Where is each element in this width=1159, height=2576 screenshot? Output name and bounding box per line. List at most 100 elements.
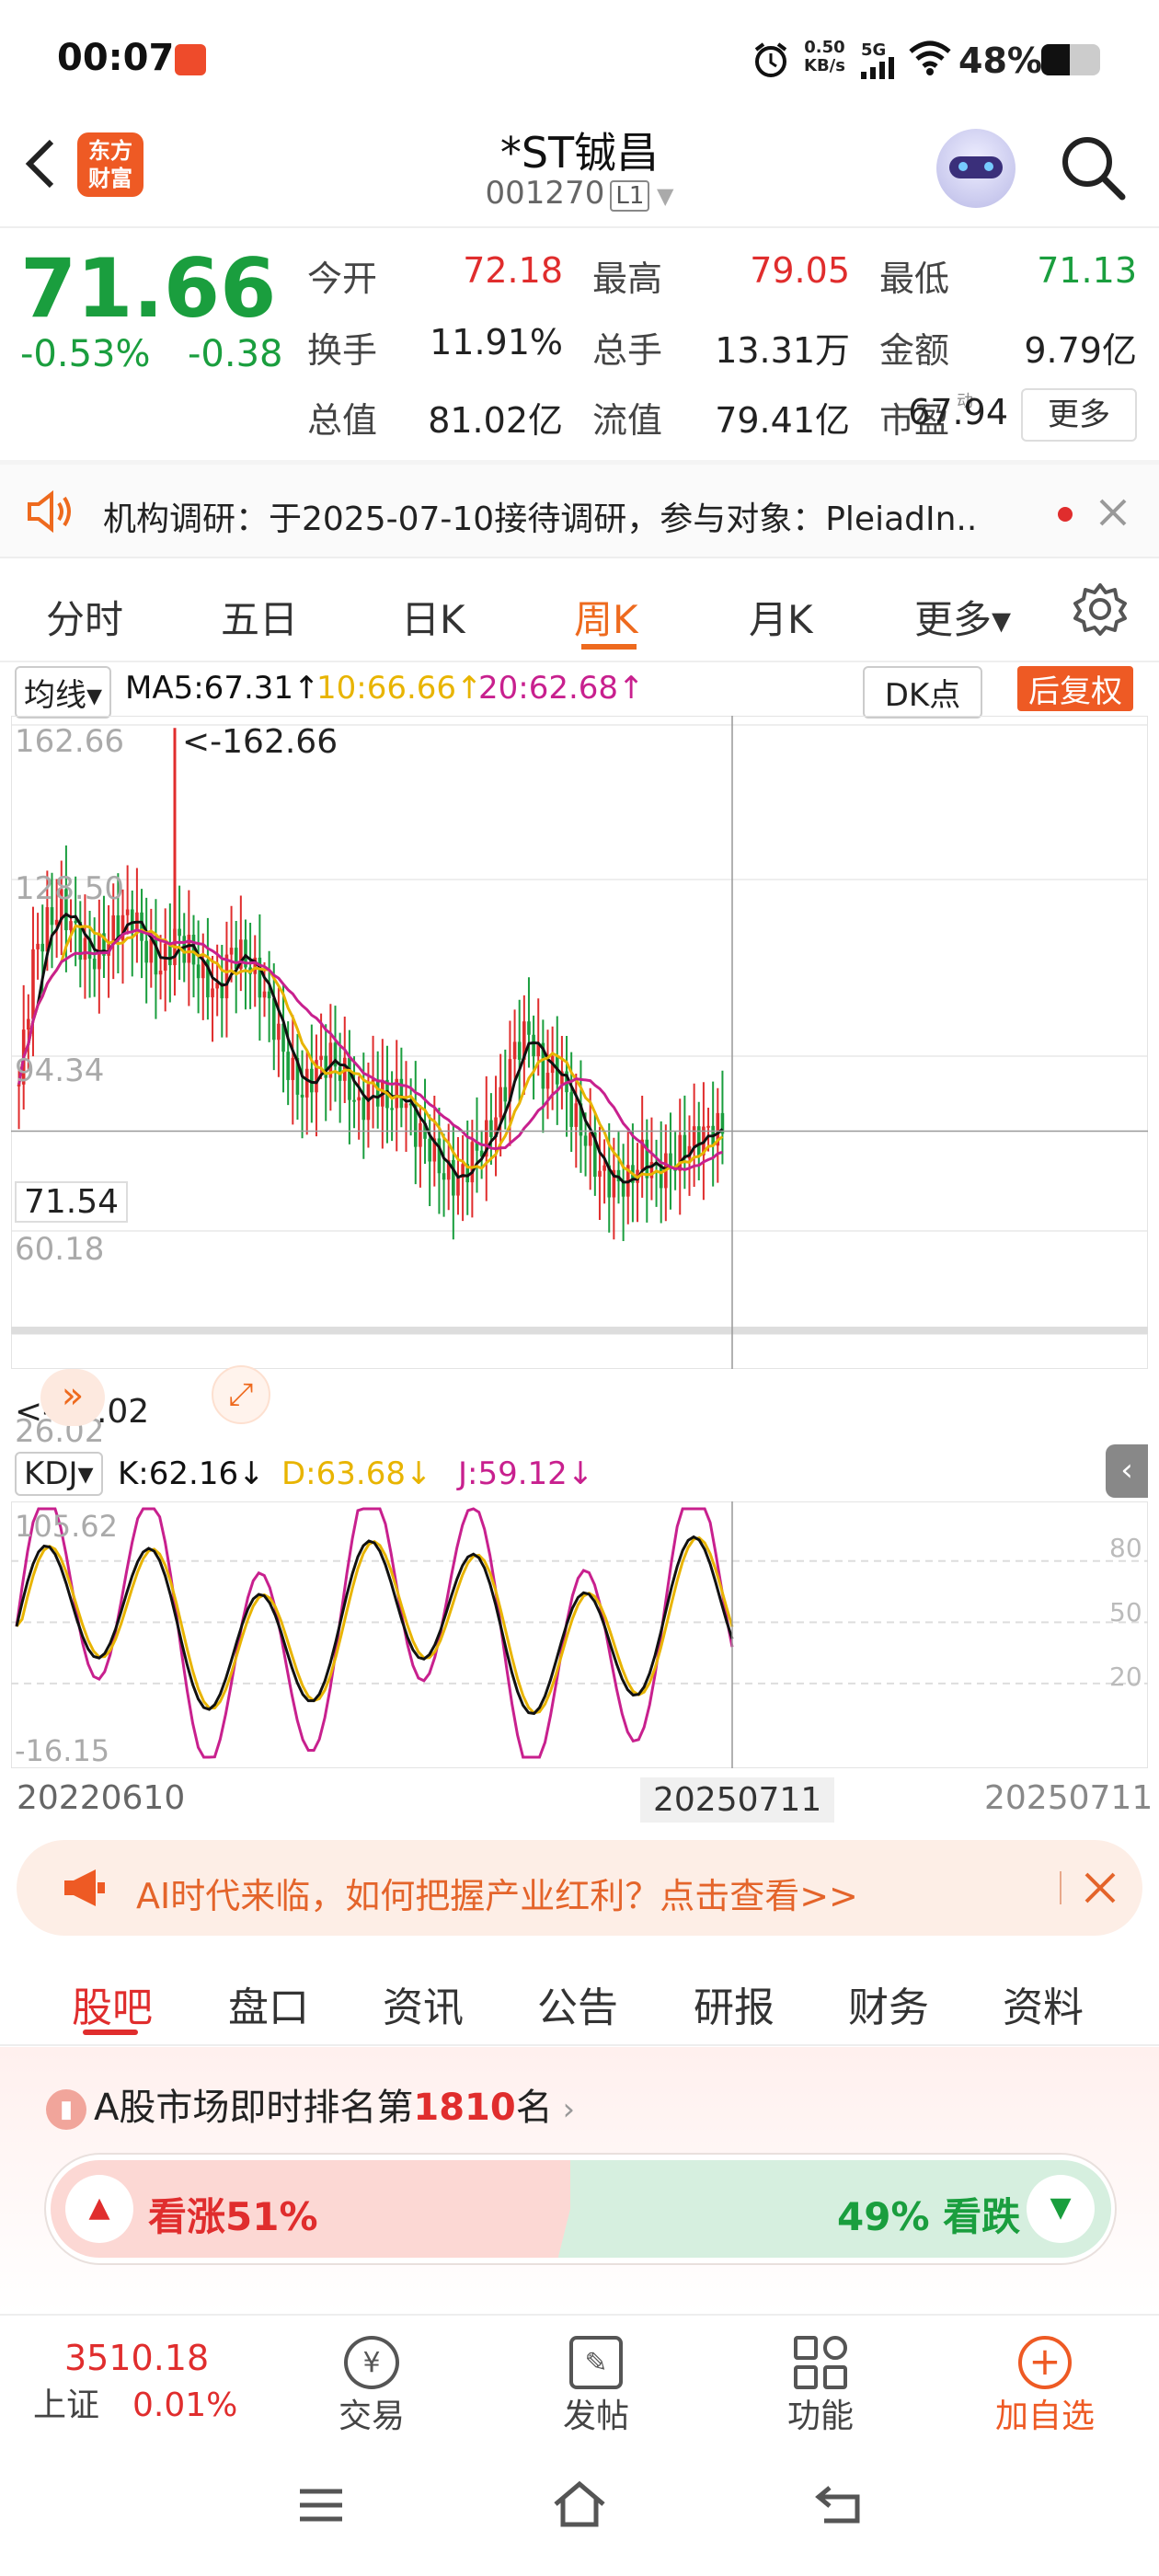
candle-body [83,937,87,960]
chart-tab[interactable]: 日K [401,589,465,645]
chart-bars-icon: ▮ [46,2089,86,2130]
collapse-panel-icon[interactable]: ‹ [1106,1444,1148,1498]
max-marker: <-162.66 [182,723,339,761]
battery-icon [1041,44,1100,75]
dk-point-button[interactable]: DK点 [863,666,982,719]
content-tab[interactable]: 公告 [537,1974,618,2033]
candle-body [621,1181,625,1197]
quote-label: 流值 [592,400,663,441]
wifi-icon [909,40,951,75]
candle-body [40,943,45,952]
candle-body [512,1041,517,1060]
back-nav-icon[interactable] [813,2482,863,2526]
stock-code: 001270 [485,175,605,212]
function-button[interactable]: 功能 [729,2336,912,2437]
plus-circle-icon: + [1018,2336,1072,2389]
active-tab-indicator [581,644,637,650]
chart-tab[interactable]: 月K [749,589,813,645]
index-change: 0.01% [132,2386,238,2424]
content-tab[interactable]: 股吧 [72,1974,153,2033]
settings-gear-icon[interactable] [1073,581,1128,637]
ranking-prefix: A股市场即时排名第 [94,2087,414,2129]
candle-body [125,909,130,915]
system-nav-bar [0,2438,1159,2576]
more-button[interactable]: 更多 [1021,388,1137,442]
kdj-j-value: J:59.12↓ [458,1455,594,1492]
quote-label: 最低 [879,259,950,299]
candle-body [158,971,163,975]
bullish-button[interactable]: ▲ 看涨51% [51,2160,584,2258]
candle-body [437,1138,442,1174]
quote-label: 换手 [307,330,378,371]
close-icon[interactable] [1084,1871,1117,1904]
ma-selector[interactable]: 均线▾ [15,666,112,719]
notice-bar[interactable]: 机构调研：于2025-07-10接待调研，参与对象：PleiadIn.. [0,465,1159,557]
expand-left-icon[interactable]: » [40,1369,105,1426]
search-icon[interactable] [1058,132,1128,202]
quote-value: 79.05 [750,250,850,291]
change-percent: -0.53% [20,333,151,375]
robot-avatar-icon[interactable] [936,129,1016,208]
trade-button[interactable]: ¥ 交易 [280,2336,464,2437]
app-notification-icon [175,44,206,75]
adjust-button[interactable]: 后复权 [1017,666,1133,711]
kdj-chart[interactable] [11,1501,1148,1768]
content-tab[interactable]: 盘口 [228,1974,309,2033]
ad-banner[interactable]: AI时代来临，如何把握产业红利？点击查看>> [17,1840,1142,1936]
content-tab[interactable]: 资讯 [383,1974,464,2033]
candle-body [489,1120,493,1137]
menu-icon[interactable] [296,2486,346,2524]
home-icon[interactable] [550,2478,609,2530]
grid-icon [794,2336,847,2389]
candle-body [267,991,271,999]
chart-frame [11,716,1148,1369]
current-price-label: 71.54 [15,1181,129,1223]
kdj-selector[interactable]: KDJ▾ [15,1452,103,1496]
chevron-down-icon[interactable]: ▼ [649,183,673,209]
candle-body [574,1103,579,1127]
candle-body [211,988,214,998]
quote-label: 总手 [592,330,663,371]
candle-body [291,1057,295,1080]
quote-label: 最高 [592,259,663,299]
candle-body [111,914,116,944]
content-tab[interactable]: 财务 [848,1974,929,2033]
post-button[interactable]: ✎ 发帖 [504,2336,688,2437]
chart-tab[interactable]: 分时 [46,589,123,645]
quote-label: 总值 [307,400,378,441]
candle-body [645,1139,649,1179]
kdj-k-line [15,1535,734,1716]
bearish-button[interactable]: 49% 看跌 ▼ [570,2160,1111,2258]
notice-text: 机构调研：于2025-07-10接待调研，参与对象：PleiadIn.. [103,500,978,538]
quote-value: 9.79亿 [1024,330,1137,371]
candle-body [470,1142,475,1183]
kdj-frame [11,1501,1148,1768]
candle-body [583,1135,588,1146]
candle-body [196,964,201,979]
add-watchlist-button[interactable]: + 加自选 [953,2336,1137,2437]
kline-chart[interactable] [11,716,1148,1369]
chart-tab[interactable]: 五日 [221,589,298,645]
content-tab[interactable]: 资料 [1003,1974,1084,2033]
chart-tab[interactable]: 周K [574,589,638,645]
y-label-3: 94.34 [15,1052,105,1089]
bearish-label: 49% 看跌 [837,2194,1021,2239]
candle-body [456,1178,460,1196]
content-tab[interactable]: 研报 [694,1974,775,2033]
candle-body [36,943,40,949]
fullscreen-icon[interactable]: ⤢ [212,1365,270,1424]
signal-icon [861,57,894,79]
candle-body [69,921,73,931]
ma10-value: 10:66.66↑ [316,670,483,707]
candle-body [499,1087,502,1118]
close-icon[interactable] [1098,498,1128,527]
index-ticker[interactable]: 3510.18 上证 0.01% [33,2338,272,2426]
chart-tab[interactable]: 更多▾ [914,589,1011,645]
chart-divider [11,1327,1148,1334]
ma5-value: MA5:67.31↑ [125,670,320,707]
ranking-row[interactable]: ▮ A股市场即时排名第1810名 › [46,2077,575,2131]
candle-body [517,1041,522,1060]
index-name: 上证 [33,2386,100,2424]
candle-body [74,921,77,924]
kdj-k-value: K:62.16↓ [118,1455,265,1492]
